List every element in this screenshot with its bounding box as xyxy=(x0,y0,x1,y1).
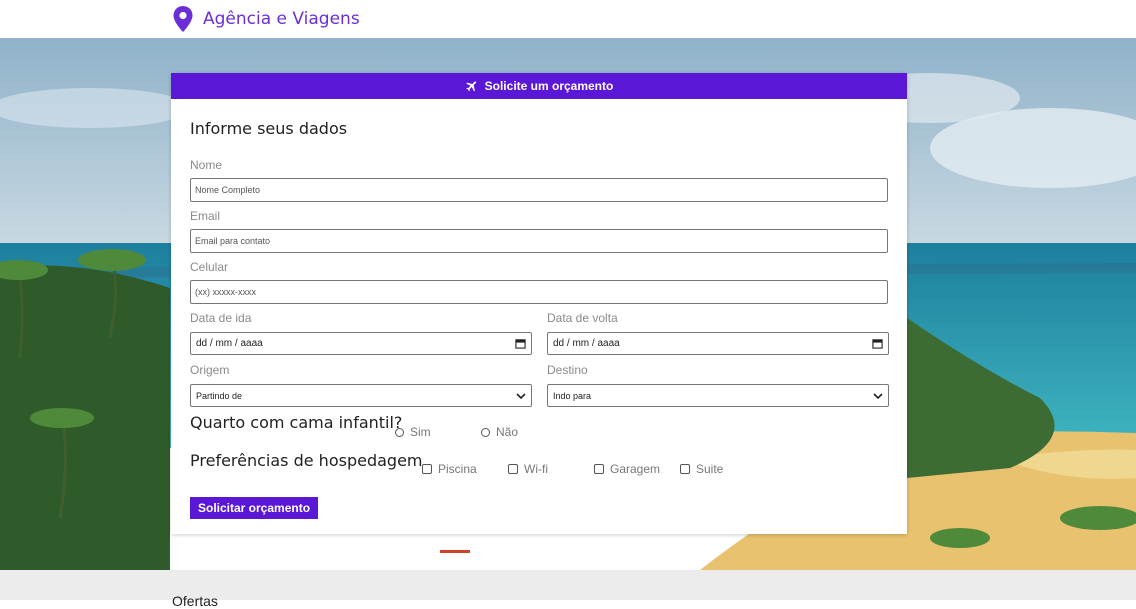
calendar-icon[interactable] xyxy=(515,338,526,349)
origem-select[interactable]: Partindo de xyxy=(190,384,532,407)
radio-nao-label: Não xyxy=(496,425,519,439)
form-title: Informe seus dados xyxy=(190,119,348,138)
checkbox-wifi-label: Wi-fi xyxy=(524,462,548,476)
email-label: Email xyxy=(190,209,221,223)
radio-sim-label: Sim xyxy=(410,425,431,439)
brand-name: Agência e Viagens xyxy=(203,9,360,29)
data-ida-value: dd / mm / aaaa xyxy=(196,338,263,349)
preferencias-question: Preferências de hospedagem xyxy=(190,451,423,470)
email-input[interactable] xyxy=(190,229,888,253)
celular-label: Celular xyxy=(190,260,229,274)
checkbox[interactable] xyxy=(508,464,518,474)
radio-button[interactable] xyxy=(481,427,490,437)
chevron-down-icon xyxy=(516,392,526,399)
checkbox-garagem-label: Garagem xyxy=(610,462,661,476)
quote-form-card: Solicite um orçamento Informe seus dados… xyxy=(171,73,907,534)
checkbox-piscina[interactable]: Piscina xyxy=(422,462,477,476)
map-pin-icon xyxy=(173,6,193,32)
checkbox-suite-label: Suite xyxy=(696,462,724,476)
data-ida-label: Data de ida xyxy=(190,311,252,325)
checkbox-piscina-label: Piscina xyxy=(438,462,477,476)
data-volta-value: dd / mm / aaaa xyxy=(553,338,620,349)
nome-input[interactable] xyxy=(190,178,888,202)
nome-label: Nome xyxy=(190,158,223,172)
checkbox-wifi[interactable]: Wi-fi xyxy=(508,462,548,476)
offers-section: Ofertas xyxy=(0,570,1136,609)
destino-value: Indo para xyxy=(553,390,592,401)
form-banner: Solicite um orçamento xyxy=(171,73,907,99)
brand[interactable]: Agência e Viagens xyxy=(173,6,360,32)
offers-title: Ofertas xyxy=(172,593,218,609)
quarto-question: Quarto com cama infantil? xyxy=(190,413,403,432)
checkbox-suite[interactable]: Suite xyxy=(680,462,723,476)
origem-value: Partindo de xyxy=(196,390,243,401)
radio-sim[interactable]: Sim xyxy=(395,425,431,439)
calendar-icon[interactable] xyxy=(872,338,883,349)
destino-select[interactable]: Indo para xyxy=(547,384,889,407)
data-volta-input[interactable]: dd / mm / aaaa xyxy=(547,332,889,355)
data-ida-input[interactable]: dd / mm / aaaa xyxy=(190,332,532,355)
checkbox[interactable] xyxy=(594,464,604,474)
checkbox-garagem[interactable]: Garagem xyxy=(594,462,660,476)
checkbox[interactable] xyxy=(680,464,690,474)
data-volta-label: Data de volta xyxy=(547,311,618,325)
checkbox[interactable] xyxy=(422,464,432,474)
celular-input[interactable] xyxy=(190,280,888,304)
airplane-icon xyxy=(465,81,476,92)
submit-quote-button[interactable]: Solicitar orçamento xyxy=(190,497,319,519)
destino-label: Destino xyxy=(547,363,588,377)
chevron-down-icon xyxy=(873,392,883,399)
form-banner-label: Solicite um orçamento xyxy=(484,79,614,93)
radio-button[interactable] xyxy=(395,427,404,437)
top-navbar: Agência e Viagens xyxy=(0,0,1136,38)
origem-label: Origem xyxy=(190,363,230,377)
radio-nao[interactable]: Não xyxy=(481,425,518,439)
